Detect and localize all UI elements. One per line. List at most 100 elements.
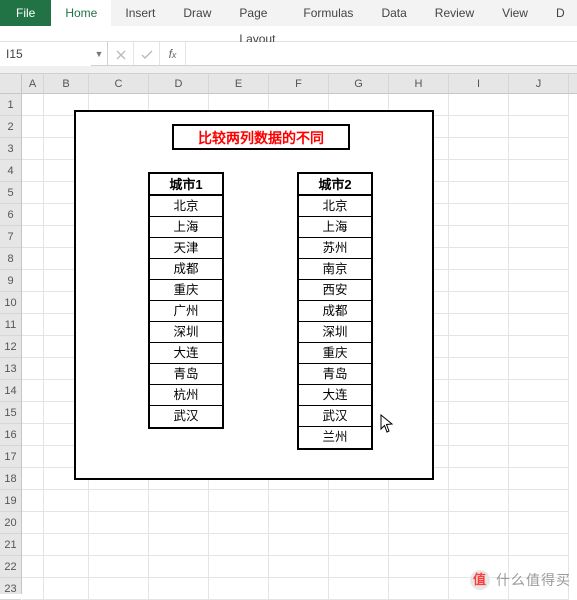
cell[interactable] — [149, 578, 209, 600]
cell[interactable] — [22, 336, 44, 358]
cell[interactable] — [509, 490, 569, 512]
cell[interactable] — [269, 160, 329, 182]
cell[interactable] — [269, 534, 329, 556]
col-header-C[interactable]: C — [89, 74, 149, 93]
cell[interactable] — [44, 402, 89, 424]
cell[interactable] — [269, 226, 329, 248]
cell[interactable] — [44, 226, 89, 248]
cell[interactable] — [149, 380, 209, 402]
cell[interactable] — [329, 314, 389, 336]
cell[interactable] — [89, 490, 149, 512]
tab-page-layout[interactable]: Page Layout — [225, 0, 289, 26]
col-header-G[interactable]: G — [329, 74, 389, 93]
cell[interactable] — [22, 402, 44, 424]
cell[interactable] — [389, 380, 449, 402]
cell[interactable] — [389, 314, 449, 336]
formula-input[interactable] — [186, 42, 577, 65]
col-header-A[interactable]: A — [22, 74, 44, 93]
cell[interactable] — [209, 402, 269, 424]
cell[interactable] — [89, 248, 149, 270]
cell[interactable] — [269, 138, 329, 160]
cell[interactable] — [509, 336, 569, 358]
cell[interactable] — [22, 116, 44, 138]
cell[interactable] — [389, 446, 449, 468]
cell[interactable] — [44, 512, 89, 534]
cell[interactable] — [22, 468, 44, 490]
cell[interactable] — [209, 270, 269, 292]
cell[interactable] — [44, 380, 89, 402]
cell[interactable] — [329, 358, 389, 380]
cell[interactable] — [449, 116, 509, 138]
cell[interactable] — [44, 490, 89, 512]
cell[interactable] — [89, 270, 149, 292]
cell[interactable] — [509, 512, 569, 534]
cell[interactable] — [44, 556, 89, 578]
cell[interactable] — [269, 380, 329, 402]
cell[interactable] — [509, 292, 569, 314]
cell[interactable] — [509, 248, 569, 270]
cell[interactable] — [89, 138, 149, 160]
cell[interactable] — [509, 380, 569, 402]
cell[interactable] — [89, 160, 149, 182]
cell[interactable] — [389, 116, 449, 138]
col-header-B[interactable]: B — [44, 74, 89, 93]
cell[interactable] — [329, 204, 389, 226]
tab-home[interactable]: Home — [51, 0, 111, 26]
cell[interactable] — [269, 424, 329, 446]
cell[interactable] — [209, 556, 269, 578]
cell[interactable] — [509, 270, 569, 292]
cell[interactable] — [449, 380, 509, 402]
cell[interactable] — [209, 292, 269, 314]
cell[interactable] — [329, 138, 389, 160]
cell[interactable] — [89, 358, 149, 380]
cell[interactable] — [44, 138, 89, 160]
cell[interactable] — [329, 292, 389, 314]
cell[interactable] — [329, 578, 389, 600]
row-header-11[interactable]: 11 — [0, 314, 21, 336]
cell[interactable] — [329, 468, 389, 490]
row-header-20[interactable]: 20 — [0, 512, 21, 534]
cell[interactable] — [269, 512, 329, 534]
cell[interactable] — [149, 160, 209, 182]
cell[interactable] — [22, 160, 44, 182]
cell[interactable] — [89, 314, 149, 336]
cell[interactable] — [209, 446, 269, 468]
cell[interactable] — [509, 556, 569, 578]
cell[interactable] — [329, 248, 389, 270]
cell[interactable] — [22, 380, 44, 402]
tab-view[interactable]: View — [488, 0, 542, 26]
cell[interactable] — [449, 424, 509, 446]
cell[interactable] — [89, 446, 149, 468]
cell[interactable] — [389, 248, 449, 270]
cell[interactable] — [22, 446, 44, 468]
cell[interactable] — [209, 468, 269, 490]
cell[interactable] — [389, 270, 449, 292]
cell[interactable] — [209, 116, 269, 138]
cell[interactable] — [509, 402, 569, 424]
cell[interactable] — [209, 490, 269, 512]
cell[interactable] — [149, 94, 209, 116]
cell[interactable] — [89, 292, 149, 314]
cell[interactable] — [509, 534, 569, 556]
cell[interactable] — [449, 446, 509, 468]
cell[interactable] — [44, 116, 89, 138]
cell[interactable] — [149, 534, 209, 556]
cell[interactable] — [389, 402, 449, 424]
cell[interactable] — [449, 226, 509, 248]
cell[interactable] — [389, 534, 449, 556]
cell[interactable] — [44, 336, 89, 358]
tab-d[interactable]: D — [542, 0, 577, 26]
cell[interactable] — [449, 160, 509, 182]
col-header-I[interactable]: I — [449, 74, 509, 93]
cell[interactable] — [89, 534, 149, 556]
cell[interactable] — [149, 556, 209, 578]
name-box[interactable]: I15 — [0, 42, 91, 66]
cell[interactable] — [269, 402, 329, 424]
cell[interactable] — [389, 182, 449, 204]
cell[interactable] — [449, 490, 509, 512]
cell[interactable] — [209, 314, 269, 336]
cell[interactable] — [209, 94, 269, 116]
cell[interactable] — [449, 292, 509, 314]
cell[interactable] — [22, 314, 44, 336]
cell[interactable] — [149, 468, 209, 490]
